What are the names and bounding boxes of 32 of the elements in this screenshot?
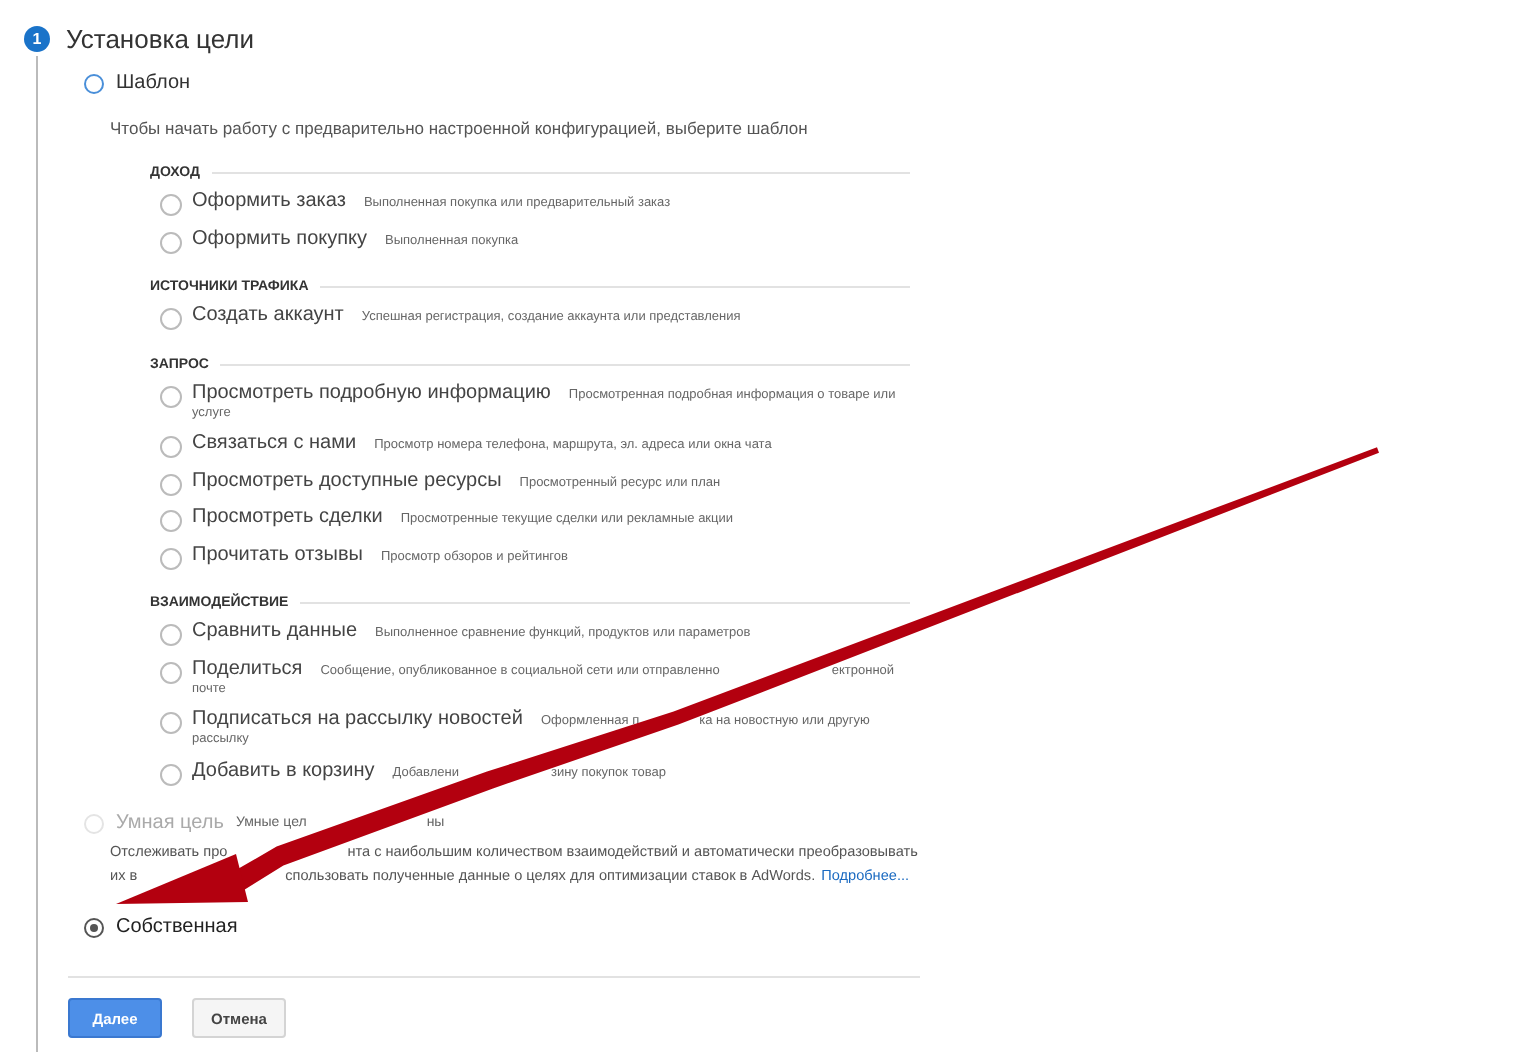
- step-title: Установка цели: [66, 24, 255, 54]
- custom-radio[interactable]: [84, 917, 104, 937]
- option-label: Создать аккаунт: [192, 306, 344, 327]
- option-label: Просмотреть сделки: [192, 508, 383, 529]
- option-label: Добавить в корзину: [192, 761, 375, 782]
- option-label: Просмотреть подробную информацию: [192, 383, 551, 404]
- option-radio[interactable]: [160, 385, 182, 408]
- option-label: Просмотреть доступные ресурсы: [192, 471, 502, 492]
- custom-label: Собственная: [116, 916, 238, 938]
- option-radio[interactable]: [160, 624, 182, 647]
- option-radio[interactable]: [160, 473, 182, 496]
- option-radio[interactable]: [160, 547, 182, 570]
- option-label: Связаться с нами: [192, 434, 357, 455]
- template-hint: Чтобы начать работу с предварительно настроенной конфигурацией, выберите шаблон: [110, 118, 810, 138]
- option-radio[interactable]: [160, 194, 182, 217]
- template-radio[interactable]: [84, 73, 104, 93]
- option-radio[interactable]: [160, 510, 182, 533]
- option-label: Сравнить данные: [192, 622, 358, 643]
- option-label: Оформить заказ: [192, 192, 346, 213]
- option-radio[interactable]: [160, 661, 182, 684]
- step-number-badge: 1: [24, 26, 50, 52]
- option-label: Поделиться: [192, 659, 303, 680]
- template-label: Шаблон: [116, 72, 191, 94]
- option-radio[interactable]: [160, 436, 182, 459]
- option-radio[interactable]: [160, 712, 182, 735]
- smart-goal-label: Умная цель: [116, 812, 224, 834]
- option-label: Оформить покупку: [192, 229, 368, 250]
- option-radio[interactable]: [160, 763, 182, 786]
- option-radio[interactable]: [160, 308, 182, 331]
- option-radio[interactable]: [160, 231, 182, 254]
- option-label: Прочитать отзывы: [192, 545, 363, 566]
- option-label: Подписаться на рассылку новостей: [192, 710, 523, 731]
